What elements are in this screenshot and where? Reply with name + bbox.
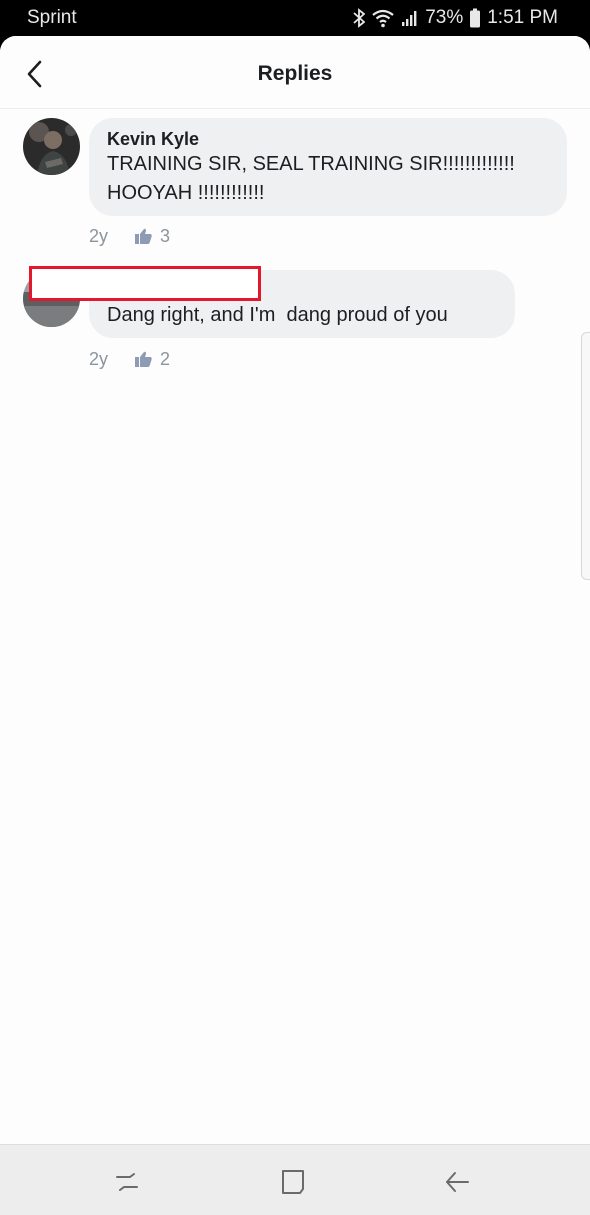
comment-bubble: Kevin Kyle TRAINING SIR, SEAL TRAINING S… <box>89 118 567 216</box>
nav-bar <box>0 1144 590 1215</box>
comment-text: TRAINING SIR, SEAL TRAINING SIR!!!!!!!!!… <box>107 153 515 204</box>
back-nav-button[interactable] <box>440 1165 474 1199</box>
comment-age: 2y <box>89 225 109 246</box>
battery-icon <box>469 8 481 28</box>
wifi-icon <box>371 8 395 28</box>
like-count: 2 <box>160 348 171 369</box>
recent-apps-button[interactable] <box>110 1165 144 1199</box>
status-bar: Sprint 73% 1:51 PM <box>0 0 590 36</box>
comment-meta: 2y 2 <box>89 348 170 370</box>
app-header: Replies <box>0 36 590 109</box>
home-button[interactable] <box>276 1165 310 1199</box>
redaction-box <box>29 266 261 301</box>
replies-panel: Replies Kevin Kyle TRAINING SIR, SEAL TR… <box>0 36 590 1144</box>
bluetooth-icon <box>353 8 366 28</box>
avatar[interactable] <box>23 118 80 175</box>
scroll-edge[interactable] <box>581 332 590 580</box>
comment-text: Dang right, and I'm dang proud of you <box>107 304 448 326</box>
comment-author[interactable]: Kevin Kyle <box>107 128 549 150</box>
like-button[interactable]: 2 <box>135 349 170 370</box>
status-icons: 73% 1:51 PM <box>353 5 558 31</box>
signal-icon <box>401 9 419 27</box>
comment-age: 2y <box>89 348 109 369</box>
clock: 1:51 PM <box>487 7 558 28</box>
like-count: 3 <box>160 225 171 246</box>
battery-percent: 73% <box>425 7 464 28</box>
comment-meta: 2y 3 <box>89 225 170 247</box>
thumbs-up-icon <box>135 351 152 367</box>
like-button[interactable]: 3 <box>135 226 170 247</box>
carrier-name: Sprint <box>27 7 77 28</box>
page-title: Replies <box>257 62 333 85</box>
back-icon <box>446 1172 469 1192</box>
thumbs-up-icon <box>135 228 152 244</box>
recent-apps-icon <box>116 1173 138 1191</box>
home-icon <box>282 1170 304 1194</box>
